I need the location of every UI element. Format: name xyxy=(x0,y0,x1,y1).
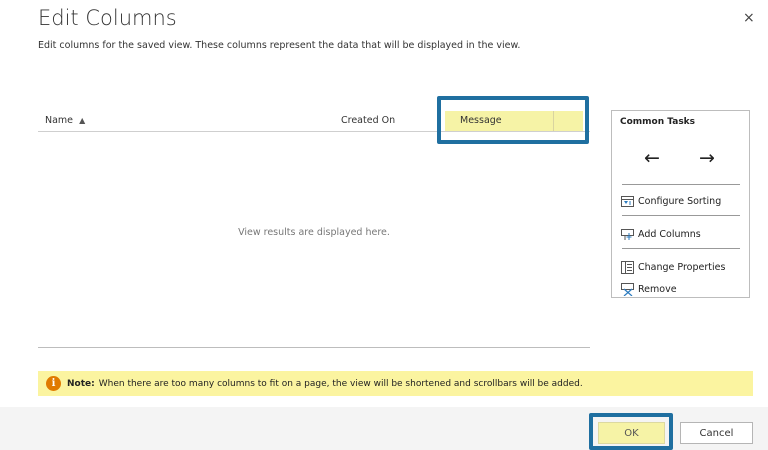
cancel-button[interactable]: Cancel xyxy=(680,422,753,444)
remove-icon xyxy=(621,283,634,296)
task-label: Remove xyxy=(638,284,677,295)
note-label: Note: xyxy=(67,378,95,389)
note-bar: i Note: When there are too many columns … xyxy=(38,371,753,396)
ok-button[interactable]: OK xyxy=(598,422,665,444)
dialog-title: Edit Columns xyxy=(38,6,177,30)
move-right-arrow-icon[interactable]: → xyxy=(699,147,715,169)
task-divider xyxy=(622,248,740,249)
column-header-label: Name xyxy=(45,115,74,126)
task-label: Add Columns xyxy=(638,229,701,240)
column-header-created-on[interactable]: Created On xyxy=(341,111,436,131)
common-tasks-title: Common Tasks xyxy=(620,117,696,127)
grid-bottom-divider xyxy=(38,347,590,348)
configure-sorting-link[interactable]: Configure Sorting xyxy=(621,195,721,208)
sort-ascending-icon: ▲ xyxy=(79,116,86,125)
column-resize-handle[interactable] xyxy=(553,111,554,131)
add-columns-icon xyxy=(621,229,634,240)
note-text: When there are too many columns to fit o… xyxy=(98,378,583,389)
change-properties-link[interactable]: Change Properties xyxy=(621,261,725,274)
remove-link[interactable]: Remove xyxy=(621,283,677,296)
task-label: Change Properties xyxy=(638,262,726,273)
task-divider xyxy=(622,215,740,216)
dialog-subtitle: Edit columns for the saved view. These c… xyxy=(38,40,521,51)
task-label: Configure Sorting xyxy=(638,196,722,207)
common-tasks-panel: Common Tasks ← → Configure Sorting Add C… xyxy=(611,110,750,298)
move-left-arrow-icon[interactable]: ← xyxy=(644,147,660,169)
add-columns-link[interactable]: Add Columns xyxy=(621,228,701,241)
empty-results-message: View results are displayed here. xyxy=(238,227,390,238)
change-properties-icon xyxy=(621,261,634,274)
task-divider xyxy=(622,184,740,185)
column-header-label: Message xyxy=(460,115,502,126)
column-header-name[interactable]: Name ▲ xyxy=(45,111,325,131)
column-header-message[interactable]: Message xyxy=(445,111,583,131)
configure-sorting-icon xyxy=(621,196,634,207)
close-icon[interactable]: × xyxy=(743,10,755,26)
info-icon: i xyxy=(46,376,61,391)
